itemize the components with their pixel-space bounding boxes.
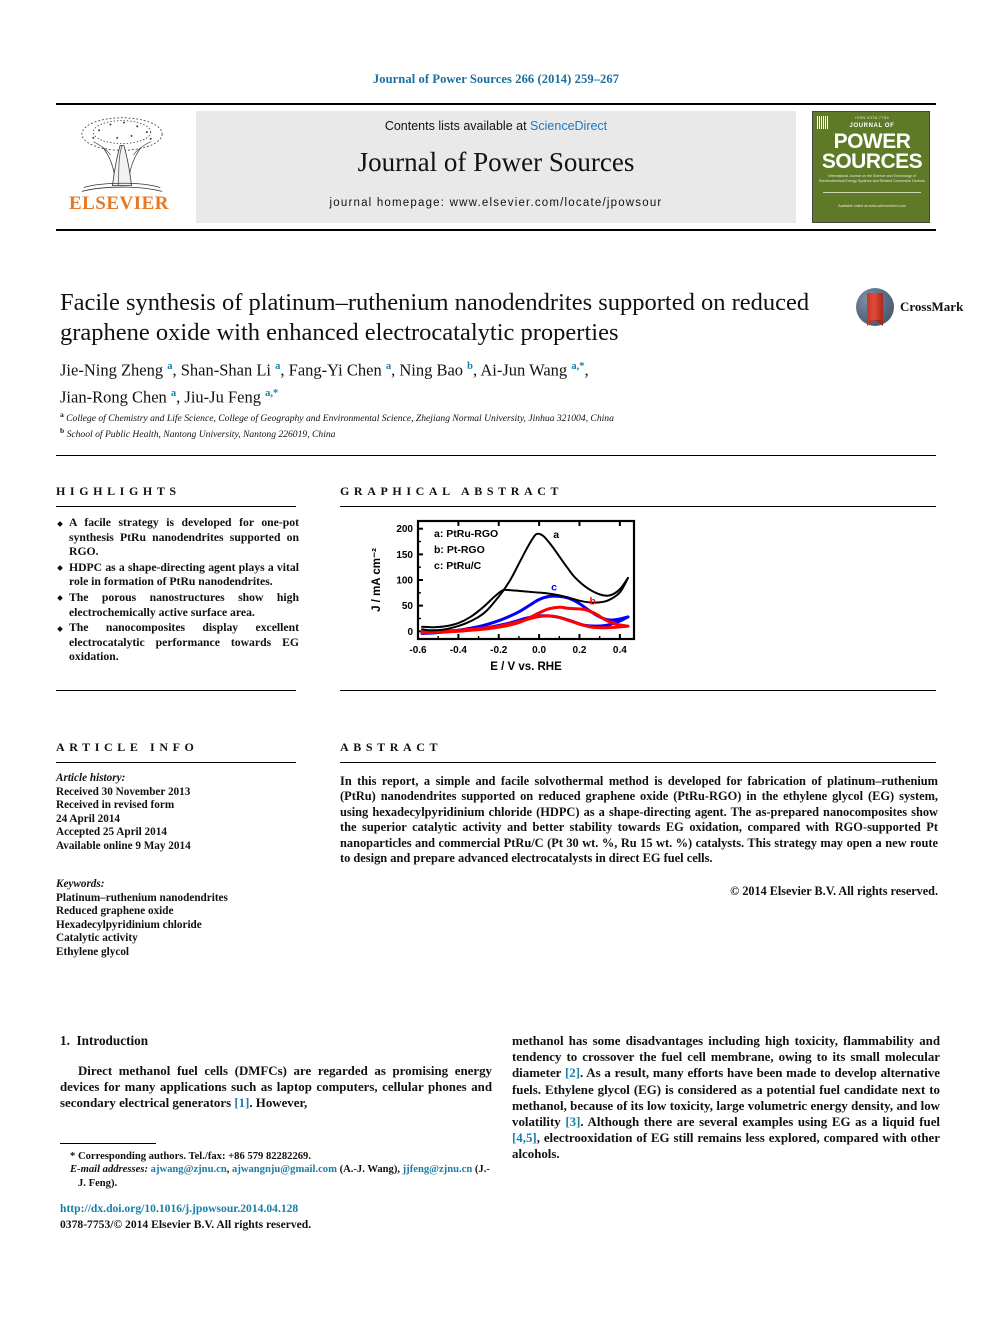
keyword: Ethylene glycol [56,945,130,958]
cover-divider [823,192,921,193]
section-number: 1. [60,1033,70,1048]
highlights-rule [56,506,296,507]
history-line: 24 April 2014 [56,812,121,825]
elsevier-wordmark: ELSEVIER [68,193,170,214]
doi-link[interactable]: http://dx.doi.org/10.1016/j.jpowsour.201… [60,1202,500,1215]
history-line: Received 30 November 2013 [56,785,191,798]
list-item: The nanocomposites display excellent ele… [56,621,299,665]
keywords-label: Keywords: [56,878,105,890]
svg-text:c: PtRu/C: c: PtRu/C [434,560,482,572]
history-label: Article history: [56,772,126,784]
svg-text:0.0: 0.0 [532,645,546,656]
crossmark-badge[interactable]: CrossMark [856,288,963,328]
page-title: Facile synthesis of platinum–ruthenium n… [60,289,810,346]
highlights-bottom-rule [56,690,296,691]
svg-text:0.4: 0.4 [613,645,627,656]
svg-text:0.2: 0.2 [573,645,587,656]
keywords-block: Keywords: Platinum–ruthenium nanodendrit… [56,878,301,960]
keyword: Hexadecylpyridinium chloride [56,918,202,931]
journal-cover-thumbnail: ISSN 0378-7753 JOURNAL OF POWER SOURCES … [812,111,930,223]
contents-prefix: Contents lists available at [384,119,527,133]
abstract-rule [340,762,936,763]
highlights-items: A facile strategy is developed for one-p… [56,516,299,665]
cv-chart-svg: -0.6 -0.4 -0.2 0.0 0.2 0.4 0 50 100 150 200 a: PtRu… [371,519,636,673]
corresponding-author-note: * Corresponding authors. Tel./fax: +86 5… [70,1151,311,1162]
abstract-copyright: © 2014 Elsevier B.V. All rights reserved… [730,884,938,898]
cover-line-2: SOURCES [821,150,923,173]
keyword: Reduced graphene oxide [56,905,174,918]
svg-text:a: a [553,529,559,541]
svg-text:-0.4: -0.4 [450,645,468,656]
history-line: Accepted 25 April 2014 [56,826,167,839]
svg-text:50: 50 [402,601,414,612]
list-item: HDPC as a shape-directing agent plays a … [56,561,299,590]
body-column-right: methanol has some disadvantages includin… [512,1034,940,1162]
author-list: Jie-Ning Zheng a, Shan-Shan Li a, Fang-Y… [60,360,589,407]
affiliations: a College of Chemistry and Life Science,… [60,410,614,441]
cover-description: International Journal on the Science and… [819,174,925,183]
crossmark-bookmark-icon [867,293,883,326]
cover-footer: Available online at www.sciencedirect.co… [838,204,906,208]
keyword: Catalytic activity [56,932,138,945]
graphical-abstract-heading: GRAPHICAL ABSTRACT [340,484,564,498]
journal-title: Journal of Power Sources [357,147,635,177]
highlights-list: A facile strategy is developed for one-p… [56,516,299,666]
contents-line: Contents lists available at ScienceDirec… [196,119,796,133]
crossmark-icon [856,288,894,326]
graphical-abstract-bottom-rule [340,690,936,691]
svg-text:c: c [551,581,557,593]
footnote-block: * Corresponding authors. Tel./fax: +86 5… [60,1150,492,1190]
running-head: Journal of Power Sources 266 (2014) 259–… [372,72,620,86]
svg-text:0: 0 [407,627,413,638]
svg-text:100: 100 [396,576,413,587]
list-item: The porous nanostructures show high elec… [56,591,299,620]
article-history: Article history: Received 30 November 20… [56,772,301,854]
history-line: Received in revised form [56,799,175,812]
highlights-heading: HIGHLIGHTS [56,484,181,498]
svg-text:b: Pt-RGO: b: Pt-RGO [434,544,485,556]
graphical-abstract-figure: -0.6 -0.4 -0.2 0.0 0.2 0.4 0 50 100 150 200 a: PtRu… [366,513,641,678]
list-item: A facile strategy is developed for one-p… [56,516,299,560]
section-title: Introduction [76,1033,149,1048]
title-block-divider [56,455,936,456]
paper-page: Journal of Power Sources 266 (2014) 259–… [0,0,992,1323]
abstract-text: In this report, a simple and facile solv… [340,774,938,866]
issn-copyright-line: 0378-7753/© 2014 Elsevier B.V. All right… [60,1218,312,1231]
section-heading: 1. Introduction [60,1033,148,1049]
cover-kicker: JOURNAL OF [849,123,895,129]
crossmark-label: CrossMark [900,299,964,314]
sciencedirect-link[interactable]: ScienceDirect [530,119,607,133]
svg-text:E / V vs. RHE: E / V vs. RHE [490,661,562,673]
body-column-left: Direct methanol fuel cells (DMFCs) are r… [60,1064,492,1111]
contents-banner: Contents lists available at ScienceDirec… [196,111,796,223]
email-note[interactable]: E-mail addresses: ajwang@zjnu.cn, ajwang… [60,1163,492,1190]
svg-text:200: 200 [396,524,413,535]
graphical-abstract-rule [340,506,936,507]
journal-masthead: ELSEVIER Contents lists available at Sci… [56,103,936,231]
svg-text:150: 150 [396,550,413,561]
keyword: Platinum–ruthenium nanodendrites [56,891,228,904]
history-line: Available online 9 May 2014 [56,839,191,852]
svg-text:-0.2: -0.2 [490,645,508,656]
svg-text:J / mA cm⁻²: J / mA cm⁻² [371,548,383,612]
journal-homepage[interactable]: journal homepage: www.elsevier.com/locat… [196,197,796,209]
svg-text:a: PtRu-RGO: a: PtRu-RGO [434,528,498,540]
cover-issn: ISSN 0378-7753 [855,115,889,120]
article-info-heading: ARTICLE INFO [56,740,199,754]
svg-text:-0.6: -0.6 [409,645,427,656]
abstract-heading: ABSTRACT [340,740,443,754]
footnote-rule [60,1143,156,1144]
svg-text:b: b [590,596,596,608]
article-info-rule [56,762,296,763]
cover-line-1: POWER [833,130,911,153]
